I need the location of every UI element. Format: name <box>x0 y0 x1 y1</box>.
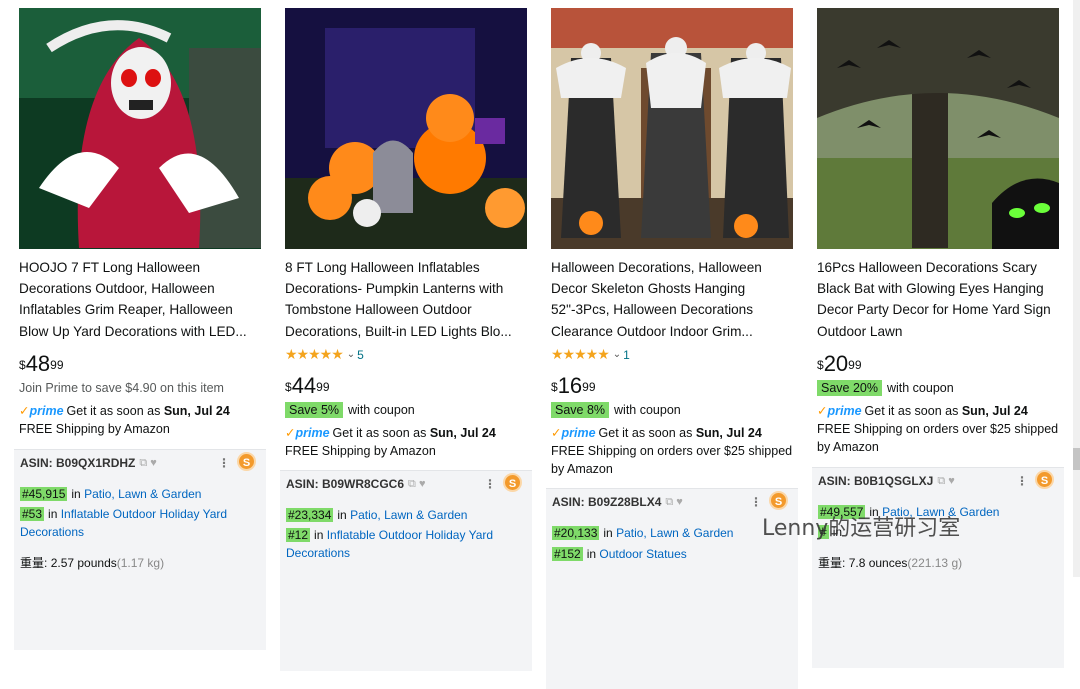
rating-row[interactable]: ★★★★★ ⌄ 1 <box>551 346 630 363</box>
product-title[interactable]: 16Pcs Halloween Decorations Scary Black … <box>817 257 1059 342</box>
rating-count[interactable]: 1 <box>623 348 630 362</box>
copy-icon[interactable]: ⧉ ♥ <box>408 478 425 491</box>
asin-label: ASIN: B09QX1RDHZ <box>20 456 136 470</box>
rank-row: #23,334 in Patio, Lawn & Garden <box>286 508 468 522</box>
product-price: $4899 <box>19 351 64 376</box>
product-title[interactable]: HOOJO 7 FT Long Halloween Decorations Ou… <box>19 257 261 342</box>
coupon-row[interactable]: Save 5% with coupon <box>285 402 415 418</box>
prime-delivery: ✓prime Get it as soon as Sun, Jul 24 <box>817 404 1028 418</box>
join-prime-text[interactable]: Join Prime to save $4.90 on this item <box>19 381 224 395</box>
copy-icon[interactable]: ⧉ ♥ <box>139 457 156 470</box>
product-title[interactable]: 8 FT Long Halloween Inflatables Decorati… <box>285 257 527 342</box>
coupon-row[interactable]: Save 20% with coupon <box>817 380 954 396</box>
more-options-icon[interactable]: ⋮ <box>218 456 230 470</box>
rating-count[interactable]: 5 <box>357 348 364 362</box>
extension-panel: ASIN: B09WR8CGC6 ⧉ ♥ ⋮ S #23,334 in Patio… <box>280 470 532 671</box>
rank-row: #12 in Inflatable Outdoor Holiday Yard De… <box>286 528 494 560</box>
product-image[interactable] <box>19 8 261 249</box>
weight-row: 重量: 2.57 pounds(1.17 kg) <box>20 556 165 570</box>
asin-label: ASIN: B09WR8CGC6 <box>286 477 405 491</box>
asin-label: ASIN: B09Z28BLX4 <box>552 495 662 509</box>
rank-category-link[interactable]: Outdoor Statues <box>599 547 686 561</box>
copy-icon[interactable]: ⧉ ♥ <box>937 475 954 488</box>
prime-logo-icon: ✓prime <box>817 404 862 418</box>
scrollbar-thumb[interactable] <box>1073 448 1080 470</box>
extension-panel: ASIN: B09QX1RDHZ ⧉ ♥ ⋮ S #45,915 in Patio… <box>14 449 266 650</box>
coupon-badge: Save 8% <box>551 402 610 418</box>
coupon-row[interactable]: Save 8% with coupon <box>551 402 681 418</box>
prime-logo-icon: ✓prime <box>19 404 64 418</box>
product-card-4[interactable]: 16Pcs Halloween Decorations Scary Black … <box>812 0 1067 668</box>
shipping-text: FREE Shipping on orders over $25 shipped… <box>551 444 793 476</box>
more-options-icon[interactable]: ⋮ <box>1016 474 1028 488</box>
extension-panel: ASIN: B09Z28BLX4 ⧉ ♥ ⋮ S #20,133 in Patio… <box>546 488 798 689</box>
prime-delivery: ✓prime Get it as soon as Sun, Jul 24 <box>551 426 762 440</box>
star-rating-icon: ★★★★★ <box>551 346 610 362</box>
more-options-icon[interactable]: ⋮ <box>750 495 762 509</box>
asin-row: ASIN: B09WR8CGC6 ⧉ ♥ ⋮ S <box>286 473 526 492</box>
chevron-down-icon[interactable]: ⌄ <box>347 349 355 360</box>
extension-panel: ASIN: B0B1QSGLXJ ⧉ ♥ ⋮ S #49,557 in Patio… <box>812 467 1064 668</box>
product-image[interactable] <box>817 8 1059 249</box>
asin-row: ASIN: B09QX1RDHZ ⧉ ♥ ⋮ S <box>20 452 260 471</box>
prime-logo-icon: ✓prime <box>285 426 330 440</box>
star-rating-icon: ★★★★★ <box>285 346 344 362</box>
asin-row: ASIN: B0B1QSGLXJ ⧉ ♥ ⋮ S <box>818 470 1058 489</box>
product-image[interactable] <box>551 8 793 249</box>
watermark: Lenny的运营研习室 <box>762 516 961 541</box>
asin-label: ASIN: B0B1QSGLXJ <box>818 474 934 488</box>
rank-category-link[interactable]: Patio, Lawn & Garden <box>350 508 467 522</box>
product-price: $2099 <box>817 351 862 376</box>
product-price: $1699 <box>551 373 596 398</box>
prime-delivery: ✓prime Get it as soon as Sun, Jul 24 <box>19 404 230 418</box>
seller-tool-icon[interactable]: S <box>769 491 788 510</box>
product-card-3[interactable]: Halloween Decorations, Halloween Decor S… <box>546 0 801 689</box>
product-image[interactable] <box>285 8 527 249</box>
seller-tool-icon[interactable]: S <box>237 452 256 471</box>
copy-icon[interactable]: ⧉ ♥ <box>665 496 682 509</box>
rank-category-link[interactable]: Patio, Lawn & Garden <box>616 526 733 540</box>
rating-row[interactable]: ★★★★★ ⌄ 5 <box>285 346 364 363</box>
product-card-1[interactable]: HOOJO 7 FT Long Halloween Decorations Ou… <box>14 0 269 650</box>
product-price: $4499 <box>285 373 330 398</box>
vertical-scrollbar[interactable] <box>1073 0 1080 577</box>
seller-tool-icon[interactable]: S <box>503 473 522 492</box>
coupon-badge: Save 20% <box>817 380 882 396</box>
asin-row: ASIN: B09Z28BLX4 ⧉ ♥ ⋮ S <box>552 491 792 510</box>
shipping-text: FREE Shipping by Amazon <box>285 444 436 458</box>
product-title[interactable]: Halloween Decorations, Halloween Decor S… <box>551 257 793 342</box>
prime-delivery: ✓prime Get it as soon as Sun, Jul 24 <box>285 426 496 440</box>
rank-row: #45,915 in Patio, Lawn & Garden <box>20 487 202 501</box>
shipping-text: FREE Shipping by Amazon <box>19 422 170 436</box>
rank-row: #20,133 in Patio, Lawn & Garden <box>552 526 734 540</box>
product-card-2[interactable]: 8 FT Long Halloween Inflatables Decorati… <box>280 0 535 671</box>
seller-tool-icon[interactable]: S <box>1035 470 1054 489</box>
rank-category-link[interactable]: Patio, Lawn & Garden <box>84 487 201 501</box>
rank-row: #152 in Outdoor Statues <box>552 547 687 561</box>
chevron-down-icon[interactable]: ⌄ <box>613 349 621 360</box>
weight-row: 重量: 7.8 ounces(221.13 g) <box>818 556 963 570</box>
coupon-badge: Save 5% <box>285 402 344 418</box>
more-options-icon[interactable]: ⋮ <box>484 477 496 491</box>
rank-row: #53 in Inflatable Outdoor Holiday Yard De… <box>20 507 228 539</box>
shipping-text: FREE Shipping on orders over $25 shipped… <box>817 422 1059 454</box>
prime-logo-icon: ✓prime <box>551 426 596 440</box>
